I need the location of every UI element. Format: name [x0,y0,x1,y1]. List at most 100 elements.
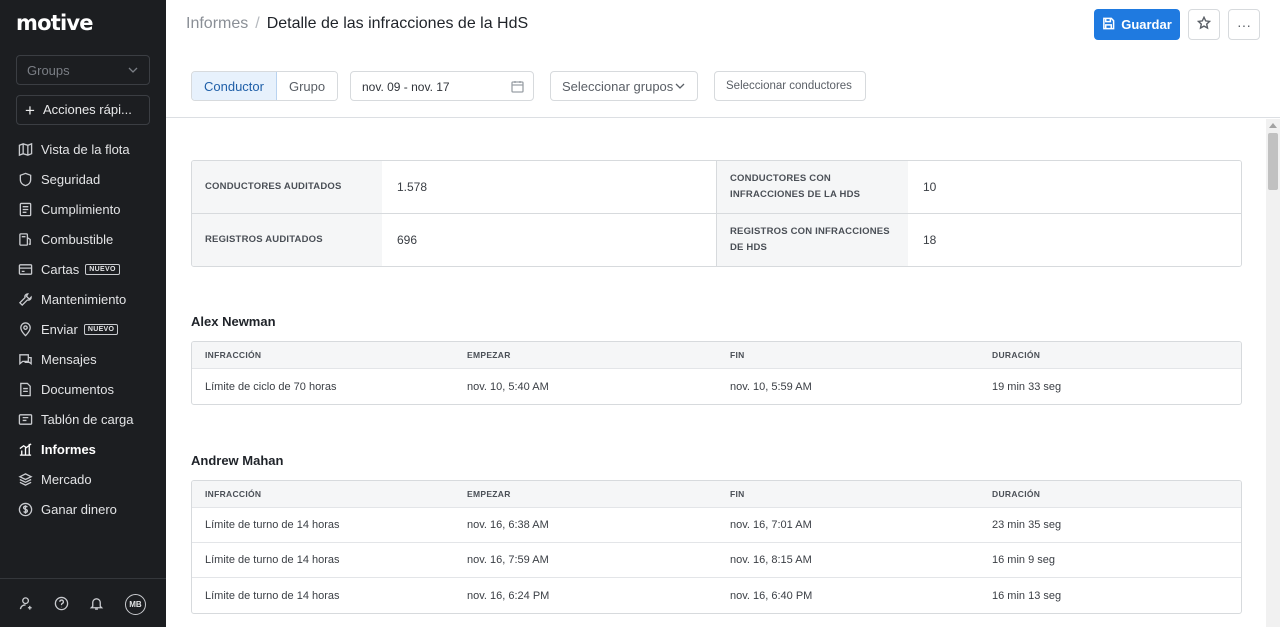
summary-label: REGISTROS AUDITADOS [192,214,382,266]
table-cell: nov. 16, 6:38 AM [467,519,549,531]
document-icon [17,381,33,397]
sidebar-item-label: Documentos [41,381,114,397]
sidebar-item-fleet-view[interactable]: Vista de la flota [0,134,166,164]
sidebar-item-earn-money[interactable]: Ganar dinero [0,494,166,524]
column-header[interactable]: FIN [717,489,979,499]
sidebar-nav: Vista de la flota Seguridad Cumplimiento… [0,134,166,524]
report-content: CONDUCTORES AUDITADOS 1.578 CONDUCTORES … [166,119,1266,627]
save-icon [1102,17,1115,33]
table-cell: 16 min 13 seg [992,589,1062,602]
toggle-driver[interactable]: Conductor [192,72,277,100]
summary-value: 696 [382,214,717,266]
new-badge: NUEVO [85,263,120,275]
summary-label: CONDUCTORES CON INFRACCIONES DE LA HDS [717,161,908,214]
column-header[interactable]: INFRACCIÓN [192,489,454,499]
summary-value: 18 [908,214,1241,266]
user-settings-icon[interactable] [19,596,35,612]
column-header[interactable]: FIN [717,350,979,360]
table-cell: Límite de turno de 14 horas [205,519,340,531]
sidebar-item-label: Combustible [41,231,114,247]
table-cell: Límite de turno de 14 horas [205,589,340,602]
table-row: Límite de turno de 14 horas nov. 16, 6:3… [192,508,1241,543]
sidebar: motive Groups + Acciones rápi... Vista de… [0,0,166,627]
sidebar-item-label: Enviar [41,321,78,337]
sidebar-item-safety[interactable]: Seguridad [0,164,166,194]
more-icon: ··· [1237,16,1251,33]
bell-icon[interactable] [89,596,105,612]
location-pin-icon [17,321,33,337]
page-title: Detalle de las infracciones de la HdS [266,15,529,32]
sidebar-item-load-board[interactable]: Tablón de carga [0,404,166,434]
save-button[interactable]: Guardar [1094,9,1180,40]
sidebar-item-label: Mercado [41,471,92,487]
message-icon [17,351,33,367]
column-header[interactable]: INFRACCIÓN [192,350,454,360]
group-select-dropdown[interactable]: Seleccionar grupos [550,71,698,101]
scrollbar[interactable] [1266,119,1280,627]
help-icon[interactable] [54,596,70,612]
date-range-value: nov. 09 - nov. 17 [362,80,450,94]
sidebar-item-label: Cumplimiento [41,201,121,217]
layers-icon [17,471,33,487]
summary-value: 1.578 [382,161,717,214]
view-toggle: Conductor Grupo [191,71,339,101]
table-cell: nov. 16, 6:40 PM [730,589,813,602]
sidebar-item-cards[interactable]: Cartas NUEVO [0,254,166,284]
driver-select-input[interactable]: Seleccionar conductores [714,71,866,101]
table-cell: nov. 10, 5:40 AM [467,380,549,393]
sidebar-item-compliance[interactable]: Cumplimiento [0,194,166,224]
table-row: Límite de turno de 14 horas nov. 16, 6:2… [192,578,1241,613]
motive-logo[interactable]: motive [16,11,93,35]
reports-icon [17,441,33,457]
column-header[interactable]: DURACIÓN [979,350,1241,360]
column-header[interactable]: EMPEZAR [454,350,717,360]
groups-dropdown[interactable]: Groups [16,55,150,85]
summary-panel: CONDUCTORES AUDITADOS 1.578 CONDUCTORES … [191,160,1242,267]
column-header[interactable]: EMPEZAR [454,489,717,499]
summary-label: REGISTROS CON INFRACCIONES DE HDS [717,214,908,266]
dollar-icon [17,501,33,517]
driver-name: Alex Newman [191,314,276,329]
page-header: Informes / Detalle de las infracciones de … [166,0,1280,118]
driver-name: Andrew Mahan [191,453,284,468]
clipboard-icon [17,201,33,217]
sidebar-item-documents[interactable]: Documentos [0,374,166,404]
sidebar-item-messages[interactable]: Mensajes [0,344,166,374]
sidebar-item-label: Mensajes [41,351,97,367]
summary-value: 10 [908,161,1241,214]
table-cell: nov. 16, 7:59 AM [467,554,549,566]
wrench-icon [17,291,33,307]
sidebar-item-label: Mantenimiento [41,291,127,307]
sidebar-item-marketplace[interactable]: Mercado [0,464,166,494]
sidebar-item-dispatch[interactable]: Enviar NUEVO [0,314,166,344]
sidebar-item-label: Cartas [41,261,80,277]
table-header: INFRACCIÓN EMPEZAR FIN DURACIÓN [192,481,1241,508]
sidebar-item-label: Vista de la flota [41,141,130,157]
table-row: Límite de turno de 14 horas nov. 16, 7:5… [192,543,1241,578]
sidebar-item-fuel[interactable]: Combustible [0,224,166,254]
toggle-group[interactable]: Grupo [276,72,338,100]
avatar[interactable]: MB [125,594,146,615]
table-cell: nov. 16, 6:24 PM [467,589,550,602]
quick-actions-button[interactable]: + Acciones rápi... [16,95,150,125]
sidebar-item-label: Seguridad [41,171,101,187]
violations-table: INFRACCIÓN EMPEZAR FIN DURACIÓN Límite d… [191,341,1242,405]
new-badge: NUEVO [83,323,119,335]
more-options-button[interactable]: ··· [1228,9,1260,40]
sidebar-item-reports[interactable]: Informes [0,434,166,464]
date-range-picker[interactable]: nov. 09 - nov. 17 [350,71,534,101]
table-row: Límite de ciclo de 70 horas nov. 10, 5:4… [192,369,1241,404]
scrollbar-thumb[interactable] [1268,133,1278,190]
map-icon [17,141,33,157]
card-icon [17,261,33,277]
load-board-icon [17,411,33,427]
breadcrumb: Informes / Detalle de las infracciones de … [186,15,528,33]
scroll-up-arrow-icon[interactable] [1269,123,1277,128]
sidebar-footer: MB [0,578,166,627]
favorite-button[interactable] [1188,9,1220,40]
table-cell: nov. 10, 5:59 AM [730,380,812,393]
group-select-label: Seleccionar grupos [562,79,674,94]
breadcrumb-parent-link[interactable]: Informes [186,15,248,32]
column-header[interactable]: DURACIÓN [979,489,1241,499]
sidebar-item-maintenance[interactable]: Mantenimiento [0,284,166,314]
